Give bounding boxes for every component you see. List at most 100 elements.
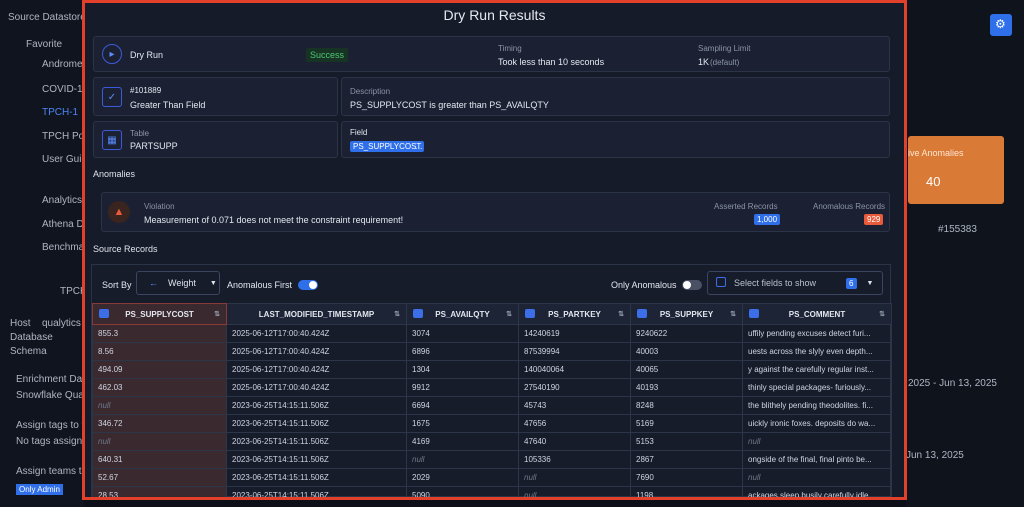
check-rule: Greater Than Field (130, 100, 206, 110)
table-row[interactable]: 855.3 2025-06-12T17:00:40.424Z 3074 1424061… (92, 324, 892, 343)
sort-icon[interactable]: ⇅ (618, 310, 624, 318)
table-cell: 27540190 (518, 378, 631, 397)
table-row[interactable]: 8.56 2025-06-12T17:00:40.424Z 6896 87539994… (92, 342, 892, 361)
description-card: Description PS_SUPPLYCOST is greater tha… (341, 77, 890, 116)
caret-down-icon: ▼ (209, 279, 217, 287)
table-cell: 2023-06-25T14:15:11.506Z (226, 396, 407, 415)
table-cell: 3074 (406, 324, 519, 343)
table-cell: 2029 (406, 468, 519, 487)
table-cell: 5169 (630, 414, 743, 433)
table-cell: null (518, 486, 631, 497)
sort-dropdown[interactable]: ← Weight ▼ (136, 271, 220, 295)
table-cell: y against the carefully regular inst... (742, 360, 892, 379)
table-cell: uickly ironic foxes. deposits do wa... (742, 414, 892, 433)
left-sidebar: Source Datastores Favorite Andromed COVI… (0, 0, 93, 507)
violation-text: Measurement of 0.071 does not meet the c… (144, 215, 404, 225)
column-header[interactable]: PS_SUPPKEY ⇅ (630, 303, 743, 325)
anomalous-first-toggle[interactable] (298, 280, 318, 290)
sidebar-item[interactable]: Analytics (42, 195, 82, 206)
field-chip[interactable]: PS_SUPPLYCOST (350, 141, 425, 152)
column-header[interactable]: PS_COMMENT ⇅ (742, 303, 892, 325)
column-header-label: PS_SUPPKEY (659, 309, 714, 319)
column-header[interactable]: PS_SUPPLYCOST ⇅ (92, 303, 227, 325)
only-anomalous-toggle[interactable] (682, 280, 702, 290)
sidebar-item[interactable]: Benchmar (42, 242, 88, 253)
table-cell: 346.72 (92, 414, 227, 433)
column-header-label: PS_SUPPLYCOST (125, 309, 194, 319)
table-cell: 462.03 (92, 378, 227, 397)
anomalies-label: ive Anomalies (908, 148, 964, 158)
source-records-heading: Source Records (93, 244, 158, 254)
column-header[interactable]: PS_PARTKEY ⇅ (518, 303, 631, 325)
team-badge: Only Admin (16, 484, 63, 495)
table-cell: 2867 (630, 450, 743, 469)
table-row[interactable]: null 2023-06-25T14:15:11.506Z 6694 45743 824… (92, 396, 892, 415)
sort-icon[interactable]: ⇅ (506, 310, 512, 318)
table-cell: 40065 (630, 360, 743, 379)
source-records-panel: Sort By ← Weight ▼ Anomalous First Only … (91, 264, 892, 497)
sort-value: Weight (168, 278, 196, 288)
settings-button[interactable]: ⚙ (990, 14, 1012, 36)
table-cell: 2023-06-25T14:15:11.506Z (226, 450, 407, 469)
columns-icon (716, 277, 726, 289)
column-header[interactable]: PS_AVAILQTY ⇅ (406, 303, 519, 325)
table-cell: 5090 (406, 486, 519, 497)
table-icon: ▦ (102, 130, 122, 150)
anomalous-value: 929 (864, 214, 884, 225)
sidebar-item[interactable]: User Guid (42, 154, 87, 165)
column-header-label: PS_AVAILQTY (435, 309, 490, 319)
field-selector[interactable]: Select fields to show 6 ▼ (707, 271, 883, 295)
arrow-left-icon: ← (149, 278, 158, 288)
gear-icon: ⚙ (995, 17, 1006, 31)
table-cell: 494.09 (92, 360, 227, 379)
table-row[interactable]: 346.72 2023-06-25T14:15:11.506Z 1675 47656 5… (92, 414, 892, 433)
table-row[interactable]: 28.53 2023-06-25T14:15:11.506Z 5090 null 119… (92, 486, 892, 497)
host-value: qualytics (42, 318, 81, 329)
date-value: Jun 13, 2025 (906, 450, 964, 461)
only-anomalous-label: Only Anomalous (611, 280, 677, 290)
anomalies-card[interactable]: ive Anomalies 40 (908, 136, 1004, 204)
table-cell: 2025-06-12T17:00:40.424Z (226, 378, 407, 397)
table-cell: 1675 (406, 414, 519, 433)
table-cell: 7690 (630, 468, 743, 487)
table-cell: 2025-06-12T17:00:40.424Z (226, 360, 407, 379)
check-card: ✓ #101889 Greater Than Field (93, 77, 338, 116)
field-card: Field PS_SUPPLYCOST ... (341, 121, 890, 158)
column-header[interactable]: LAST_MODIFIED_TIMESTAMP ⇅ (226, 303, 407, 325)
table-cell: 2023-06-25T14:15:11.506Z (226, 468, 407, 487)
table-cell: ongside of the final, final pinto be... (742, 450, 892, 469)
table-cell: 40193 (630, 378, 743, 397)
sort-icon[interactable]: ⇅ (730, 310, 736, 318)
table-row[interactable]: 640.31 2023-06-25T14:15:11.506Z null 105336… (92, 450, 892, 469)
table-cell: null (742, 468, 892, 487)
table-row[interactable]: 52.67 2023-06-25T14:15:11.506Z 2029 null 769… (92, 468, 892, 487)
play-icon: ▸ (102, 44, 122, 64)
table-label: Table (130, 129, 150, 138)
table-row[interactable]: null 2023-06-25T14:15:11.506Z 4169 47640 515… (92, 432, 892, 451)
table-cell: 640.31 (92, 450, 227, 469)
sidebar-item[interactable]: Favorite (26, 39, 62, 50)
table-cell: 8248 (630, 396, 743, 415)
anomaly-id[interactable]: #155383 (938, 224, 977, 235)
sort-icon[interactable]: ⇅ (214, 310, 220, 318)
anomalies-count: 40 (926, 174, 941, 189)
toggle-knob (683, 281, 691, 289)
table-cell: the blithely pending theodolites. fi... (742, 396, 892, 415)
sampling-value: 1K (698, 57, 710, 67)
table-cell: thinly special packages- furiously... (742, 378, 892, 397)
table-row[interactable]: 462.03 2025-06-12T17:00:40.424Z 9912 275401… (92, 378, 892, 397)
table-cell: uests across the slyly even depth... (742, 342, 892, 361)
sidebar-item[interactable]: TPCH-1 (42, 107, 78, 118)
dry-run-summary: ▸ Dry Run Success Timing Took less than … (93, 36, 890, 72)
table-card: ▦ Table PARTSUPP (93, 121, 338, 158)
sort-icon[interactable]: ⇅ (394, 310, 400, 318)
database-label: Database (10, 332, 53, 343)
enrichment-label: Enrichment Data (16, 374, 91, 385)
table-cell: 47640 (518, 432, 631, 451)
anomalous-first-label: Anomalous First (227, 280, 293, 290)
sort-icon[interactable]: ⇅ (879, 310, 885, 318)
table-row[interactable]: 494.09 2025-06-12T17:00:40.424Z 1304 140040… (92, 360, 892, 379)
field-selector-placeholder: Select fields to show (734, 278, 817, 288)
sampling-note: (default) (710, 58, 740, 67)
table-cell: 2023-06-25T14:15:11.506Z (226, 432, 407, 451)
